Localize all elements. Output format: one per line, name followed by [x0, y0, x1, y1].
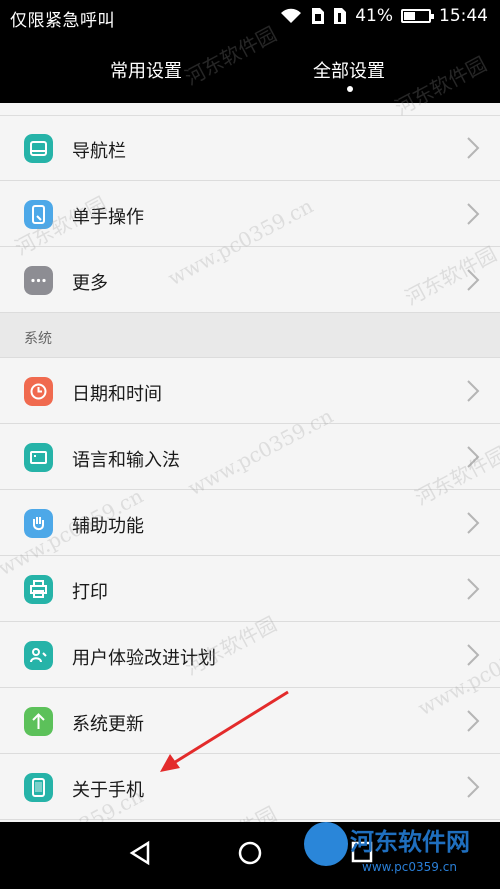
sim1-icon — [312, 8, 325, 24]
chevron-right-icon — [467, 380, 480, 402]
settings-row-label: 日期和时间 — [72, 384, 162, 405]
list-top-spacer — [0, 103, 500, 116]
chevron-right-icon — [467, 269, 480, 291]
chevron-right-icon — [467, 578, 480, 600]
logo-name: 河东软件网 — [350, 827, 470, 856]
site-logo: 河东软件网 www.pc0359.cn — [300, 816, 500, 889]
settings-row[interactable]: 单手操作 — [0, 182, 500, 247]
status-bar: 仅限紧急呼叫 41% 15:44 — [0, 0, 500, 37]
battery-icon — [401, 9, 434, 23]
chevron-right-icon — [467, 512, 480, 534]
section-title: 系统 — [24, 331, 52, 347]
clock-time: 15:44 — [439, 6, 488, 26]
chevron-right-icon — [467, 644, 480, 666]
navbar-icon — [24, 134, 53, 163]
carrier-text: 仅限紧急呼叫 — [10, 11, 115, 31]
settings-row[interactable]: 日期和时间 — [0, 359, 500, 424]
status-icons: 41% 15:44 — [279, 6, 488, 26]
settings-row-label: 打印 — [72, 582, 108, 603]
user-experience-icon — [24, 641, 53, 670]
chevron-right-icon — [467, 446, 480, 468]
chevron-right-icon — [467, 137, 480, 159]
settings-row-label: 辅助功能 — [72, 516, 144, 537]
settings-row[interactable]: 更多 — [0, 248, 500, 313]
printer-icon — [24, 575, 53, 604]
settings-row-label: 更多 — [72, 273, 108, 294]
back-icon[interactable] — [128, 840, 154, 866]
wifi-icon — [281, 8, 302, 23]
tab-all-settings[interactable]: 全部设置 — [313, 57, 385, 83]
settings-row-label: 关于手机 — [72, 780, 144, 801]
home-icon[interactable] — [237, 840, 263, 866]
settings-row[interactable]: 系统更新 — [0, 689, 500, 754]
logo-mark-icon — [304, 822, 348, 866]
section-header-system: 系统 — [0, 313, 500, 358]
tab-common-settings[interactable]: 常用设置 — [110, 57, 182, 83]
one-hand-icon — [24, 200, 53, 229]
logo-url: www.pc0359.cn — [362, 860, 457, 874]
chevron-right-icon — [467, 776, 480, 798]
settings-row-label: 系统更新 — [72, 714, 144, 735]
chevron-right-icon — [467, 203, 480, 225]
chevron-right-icon — [467, 710, 480, 732]
settings-row[interactable]: 打印 — [0, 557, 500, 622]
settings-row[interactable]: 关于手机 — [0, 755, 500, 820]
settings-row[interactable]: 语言和输入法 — [0, 425, 500, 490]
settings-row-label: 单手操作 — [72, 207, 144, 228]
battery-level — [404, 12, 415, 20]
settings-row-label: 用户体验改进计划 — [72, 648, 216, 669]
settings-tabs: 常用设置 全部设置 — [0, 37, 500, 103]
settings-row[interactable]: 导航栏 — [0, 116, 500, 181]
phone-icon — [24, 773, 53, 802]
more-dots-icon — [24, 266, 53, 295]
settings-row-label: 语言和输入法 — [72, 450, 180, 471]
sim2-icon — [334, 8, 347, 24]
hand-icon — [24, 509, 53, 538]
settings-row[interactable]: 用户体验改进计划 — [0, 623, 500, 688]
settings-row[interactable]: 辅助功能 — [0, 491, 500, 556]
battery-percent: 41% — [355, 6, 393, 26]
update-arrow-icon — [24, 707, 53, 736]
active-tab-indicator — [347, 86, 353, 92]
clock-icon — [24, 377, 53, 406]
keyboard-icon — [24, 443, 53, 472]
settings-row-label: 导航栏 — [72, 141, 126, 162]
